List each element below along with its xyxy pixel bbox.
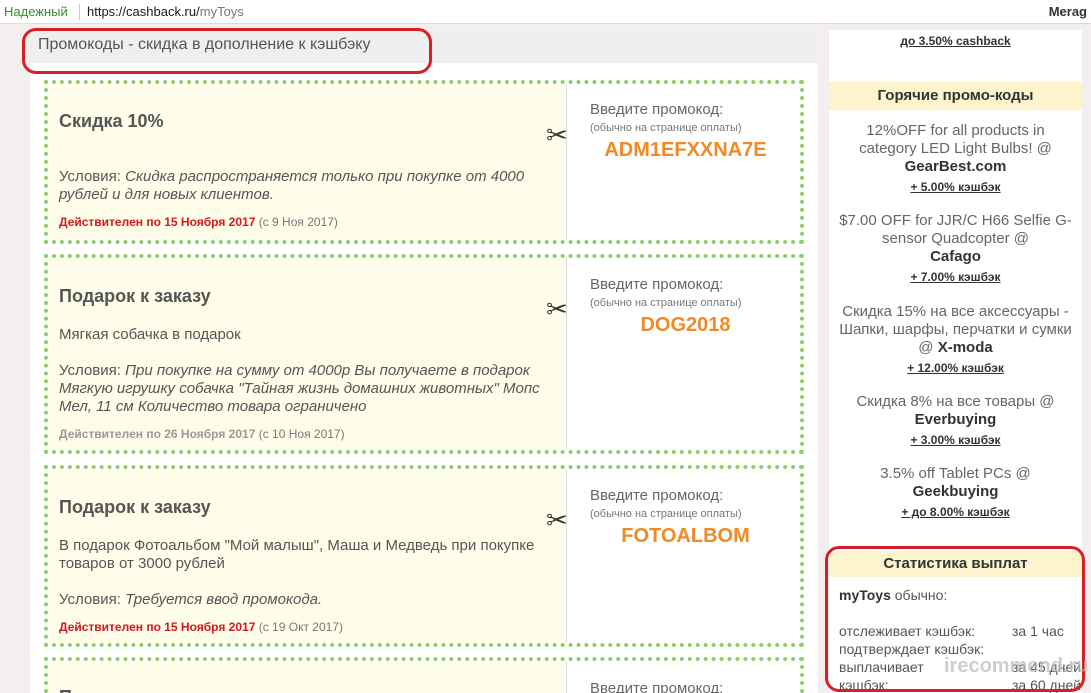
enter-code-label: Введите промокод: [590, 101, 724, 118]
hot-promo-item[interactable]: 3.5% off Tablet PCs @ Geekbuying + до 8.00… [837, 465, 1074, 521]
promo-title: Скидка 10% [59, 111, 164, 131]
scissors-icon: ✂ [546, 505, 568, 535]
promo-conditions: Условия: Скидка распространяется только … [59, 168, 525, 203]
promo-description: В подарок Фотоальбом "Мой малыш", Маша и… [59, 537, 535, 572]
user-profile-name[interactable]: Merag [1049, 4, 1087, 19]
cashback-rate-link[interactable]: до 3.50% cashback [829, 34, 1082, 48]
promo-validity: Действителен по 15 Ноября 2017 (с 9 Ноя … [59, 215, 338, 229]
enter-code-label: Введите промокод: [590, 487, 724, 504]
enter-code-hint: (обычно на странице оплаты) [590, 297, 742, 309]
address-separator [79, 3, 80, 20]
hot-promo-item[interactable]: 12%OFF for all products in category LED … [837, 122, 1074, 196]
stats-row: отслеживает кэшбэк: за 1 час [839, 623, 1064, 639]
promo-validity: Действителен по 26 Ноября 2017 (с 10 Ноя… [59, 427, 345, 441]
promo-title: П [59, 687, 72, 693]
promo-code[interactable]: DOG2018 [567, 314, 804, 337]
section-title: Промокоды - скидка в дополнение к кэшбэк… [38, 36, 371, 53]
enter-code-hint: (обычно на странице оплаты) [590, 508, 742, 520]
promo-conditions: Условия: При покупке на сумму от 4000р В… [59, 362, 540, 415]
hot-promo-item[interactable]: Скидка 8% на все товары @ Everbuying + 3.0… [837, 393, 1074, 449]
secure-label: Надежный [4, 4, 68, 19]
promo-code[interactable]: FOTOALBOM [567, 525, 804, 548]
scissors-icon: ✂ [546, 294, 568, 324]
stats-store-line: myToys обычно: [839, 587, 948, 603]
stats-row: кэшбэк: за 60 дней [839, 677, 1082, 693]
promo-conditions: Условия: Требуется ввод промокода. [59, 591, 323, 608]
promo-validity: Действителен по 15 Ноября 2017 (с 19 Окт… [59, 620, 343, 634]
promo-description: Мягкая собачка в подарок [59, 326, 241, 343]
sidebar: до 3.50% cashback Горячие промо-коды 12%… [829, 30, 1082, 693]
hot-promo-item[interactable]: $7.00 OFF for JJR/C H66 Selfie G-sensor … [837, 212, 1074, 286]
promo-title: Подарок к заказу [59, 497, 211, 517]
address-bar[interactable]: Надежный https://cashback.ru/myToys Mera… [0, 0, 1091, 24]
promo-title: Подарок к заказу [59, 286, 211, 306]
promo-card: Подарок к заказу Мягкая собачка в подаро… [44, 254, 804, 454]
url-text[interactable]: https://cashback.ru/myToys [87, 4, 244, 19]
promo-details [48, 661, 567, 693]
promo-card: Скидка 10% Условия: Скидка распространяе… [44, 80, 804, 244]
promo-code[interactable]: ADM1EFXXNA7E [567, 139, 804, 162]
promo-card: Подарок к заказу В подарок Фотоальбом "М… [44, 465, 804, 647]
promo-card: П Введите промокод: [44, 657, 804, 693]
enter-code-label: Введите промокод: [590, 276, 724, 293]
hot-promo-item[interactable]: Скидка 15% на все аксессуары - Шапки, ша… [837, 303, 1074, 377]
watermark: irecommend.ru [944, 655, 1089, 677]
enter-code-hint: (обычно на странице оплаты) [590, 122, 742, 134]
section-header: Промокоды - скидка в дополнение к кэшбэк… [30, 30, 818, 63]
hot-promos-header: Горячие промо-коды [829, 82, 1082, 110]
payout-stats-header: Статистика выплат [829, 551, 1082, 577]
scissors-icon: ✂ [546, 120, 568, 150]
enter-code-label: Введите промокод: [590, 680, 724, 693]
